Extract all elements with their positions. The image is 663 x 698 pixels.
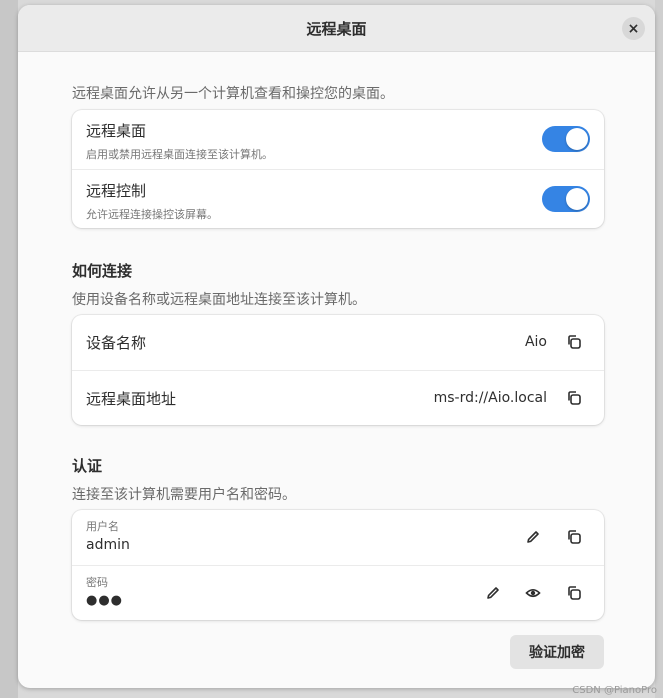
copy-icon (568, 391, 581, 405)
username-value: admin (86, 537, 130, 553)
device-name-row: 设备名称 Aio (72, 315, 604, 371)
connect-card: 设备名称 Aio 远程桌面地址 ms-rd://Aio.local (72, 315, 604, 425)
copy-username-button[interactable] (561, 524, 587, 550)
password-value: ●●● (86, 593, 124, 608)
edit-icon (527, 531, 539, 543)
toggle-title: 远程桌面 (86, 122, 147, 140)
auth-card: 用户名 admin 密码 ●●● (72, 510, 604, 620)
edit-username-button[interactable] (520, 524, 546, 550)
remote-desktop-dialog: 远程桌面 × 远程桌面允许从另一个计算机查看和操控您的桌面。 远程桌面 启用或禁… (18, 5, 655, 688)
username-label: 用户名 (86, 520, 119, 533)
show-password-button[interactable] (520, 580, 546, 606)
password-label: 密码 (86, 576, 108, 589)
copy-device-name-button[interactable] (561, 329, 587, 355)
connect-section-title: 如何连接 (72, 262, 133, 280)
toggle-title: 远程控制 (86, 182, 147, 200)
close-icon: × (627, 20, 640, 37)
password-row[interactable]: 密码 ●●● (72, 566, 604, 620)
edit-password-button[interactable] (480, 580, 506, 606)
address-value: ms-rd://Aio.local (433, 390, 547, 406)
toggles-card: 远程桌面 启用或禁用远程桌面连接至该计算机。 远程控制 允许远程连接操控该屏幕。 (72, 110, 604, 228)
toggle-row-remote-desktop: 远程桌面 启用或禁用远程桌面连接至该计算机。 (72, 110, 604, 170)
background-window (0, 0, 18, 698)
address-label: 远程桌面地址 (86, 390, 177, 408)
copy-icon (568, 335, 581, 349)
toggle-row-remote-control: 远程控制 允许远程连接操控该屏幕。 (72, 170, 604, 228)
toggle-subtitle: 启用或禁用远程桌面连接至该计算机。 (86, 148, 273, 161)
eye-icon (525, 588, 541, 598)
copy-icon (568, 530, 581, 544)
auth-description: 连接至该计算机需要用户名和密码。 (72, 487, 296, 503)
remote-desktop-switch[interactable] (542, 126, 590, 152)
switch-knob (566, 128, 588, 150)
edit-icon (487, 587, 499, 599)
auth-section-title: 认证 (72, 457, 103, 475)
toggle-subtitle: 允许远程连接操控该屏幕。 (86, 208, 218, 221)
copy-icon (568, 586, 581, 600)
username-row[interactable]: 用户名 admin (72, 510, 604, 566)
dialog-title: 远程桌面 (306, 19, 367, 38)
dialog-header: 远程桌面 × (18, 5, 655, 52)
device-name-label: 设备名称 (86, 334, 147, 352)
watermark: CSDN @PianoPro (572, 685, 657, 696)
remote-control-switch[interactable] (542, 186, 590, 212)
address-row: 远程桌面地址 ms-rd://Aio.local (72, 371, 604, 425)
intro-text: 远程桌面允许从另一个计算机查看和操控您的桌面。 (72, 86, 394, 102)
switch-knob (566, 188, 588, 210)
connect-description: 使用设备名称或远程桌面地址连接至该计算机。 (72, 292, 366, 308)
copy-password-button[interactable] (561, 580, 587, 606)
close-button[interactable]: × (622, 17, 645, 40)
copy-address-button[interactable] (561, 385, 587, 411)
background-window-right (655, 0, 663, 698)
device-name-value: Aio (524, 334, 547, 350)
verify-encryption-button[interactable]: 验证加密 (510, 635, 604, 669)
